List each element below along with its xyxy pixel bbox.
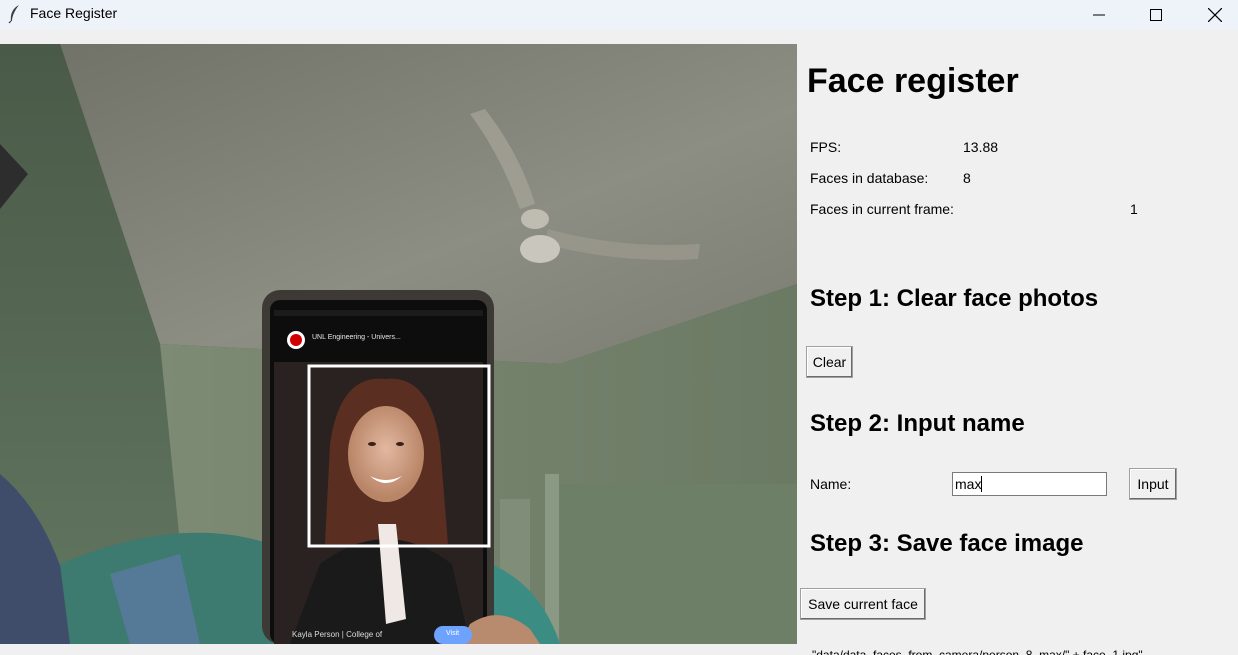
phone-visit-button: Visit	[446, 630, 460, 637]
window-title: Face Register	[30, 5, 118, 21]
camera-bottom-gap	[0, 644, 797, 655]
minimize-button[interactable]	[1070, 0, 1128, 30]
step3-heading: Step 3: Save face image	[810, 530, 1084, 557]
control-panel: Face register FPS: 13.88 Faces in databa…	[797, 44, 1238, 655]
text-caret	[981, 476, 983, 492]
name-input[interactable]: max	[952, 472, 1107, 496]
faces-in-database-label: Faces in database:	[810, 170, 929, 186]
fps-value: 13.88	[963, 139, 999, 155]
phone-app-title: UNL Engineering - Univers...	[312, 334, 401, 341]
save-current-face-button[interactable]: Save current face	[800, 588, 926, 620]
close-button[interactable]	[1186, 0, 1238, 30]
name-input-value: max	[955, 476, 982, 492]
panel-title: Face register	[807, 62, 1019, 100]
close-icon	[1208, 8, 1222, 22]
log-message: "data/data_faces_from_camera/person_8_ma…	[812, 650, 1238, 655]
clear-button[interactable]: Clear	[806, 346, 853, 378]
phone-caption: Kayla Person | College of	[292, 630, 383, 639]
maximize-button[interactable]	[1127, 0, 1185, 30]
name-label: Name:	[810, 476, 852, 492]
title-bar: Face Register	[0, 0, 1238, 30]
feather-icon	[8, 5, 19, 24]
step2-heading: Step 2: Input name	[810, 410, 1025, 437]
faces-in-frame-label: Faces in current frame:	[810, 201, 954, 217]
camera-feed: UNL Engineering - Univers... Kayla Perso…	[0, 44, 797, 644]
minimize-icon	[1093, 14, 1105, 16]
camera-frame	[0, 44, 797, 644]
faces-in-database-value: 8	[963, 170, 971, 186]
faces-in-frame-value: 1	[1130, 201, 1138, 217]
title-gap	[0, 30, 1238, 44]
maximize-icon	[1150, 9, 1162, 21]
input-button[interactable]: Input	[1129, 468, 1177, 500]
fps-label: FPS:	[810, 139, 842, 155]
step1-heading: Step 1: Clear face photos	[810, 285, 1099, 312]
